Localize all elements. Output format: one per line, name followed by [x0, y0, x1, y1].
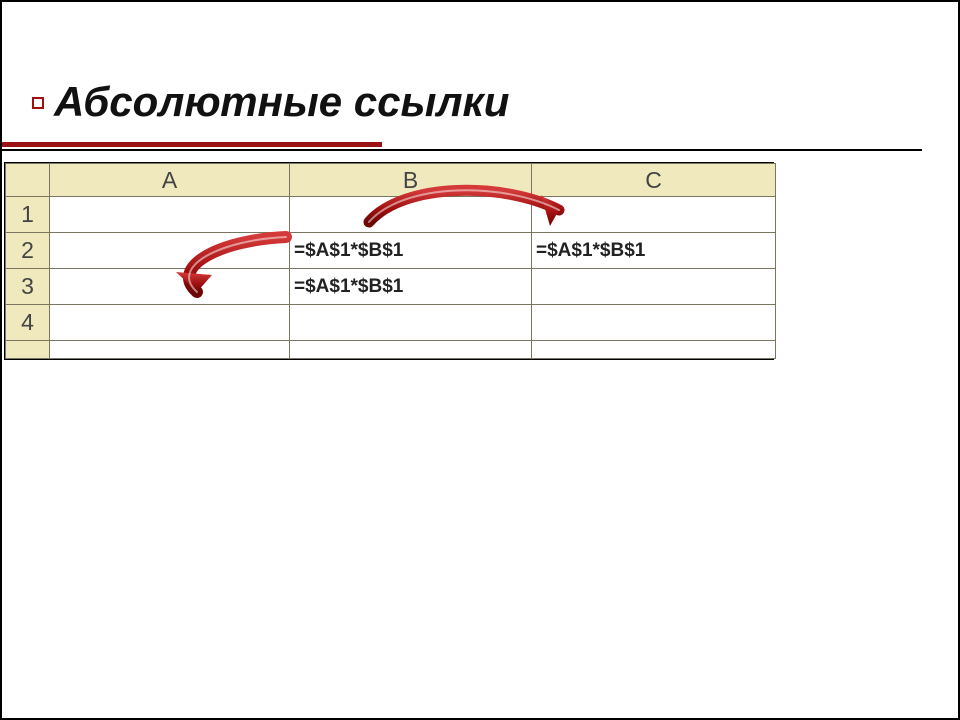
cell-c5[interactable]	[532, 341, 776, 359]
cell-b1[interactable]	[290, 197, 532, 233]
row-header-5[interactable]	[6, 341, 50, 359]
cell-a5[interactable]	[50, 341, 290, 359]
title-bullet-icon	[32, 97, 44, 109]
col-header-b[interactable]: B	[290, 164, 532, 197]
row-header-3[interactable]: 3	[6, 269, 50, 305]
spreadsheet: A B C 1 2 =$A$1*$B$1 =$A$1*$B$1 3 =$A$1	[4, 162, 774, 360]
col-header-a[interactable]: A	[50, 164, 290, 197]
spreadsheet-grid: A B C 1 2 =$A$1*$B$1 =$A$1*$B$1 3 =$A$1	[5, 163, 776, 359]
slide-title: Абсолютные ссылки	[54, 78, 509, 126]
cell-b2[interactable]: =$A$1*$B$1	[290, 233, 532, 269]
cell-a2[interactable]	[50, 233, 290, 269]
cell-a3[interactable]	[50, 269, 290, 305]
cell-c2[interactable]: =$A$1*$B$1	[532, 233, 776, 269]
title-underline	[2, 142, 922, 151]
row-header-4[interactable]: 4	[6, 305, 50, 341]
cell-b5[interactable]	[290, 341, 532, 359]
title-area: Абсолютные ссылки	[54, 78, 509, 126]
cell-b4[interactable]	[290, 305, 532, 341]
cell-c4[interactable]	[532, 305, 776, 341]
corner-cell[interactable]	[6, 164, 50, 197]
cell-b3[interactable]: =$A$1*$B$1	[290, 269, 532, 305]
cell-a4[interactable]	[50, 305, 290, 341]
row-header-2[interactable]: 2	[6, 233, 50, 269]
col-header-c[interactable]: C	[532, 164, 776, 197]
cell-c3[interactable]	[532, 269, 776, 305]
cell-c1[interactable]	[532, 197, 776, 233]
cell-a1[interactable]	[50, 197, 290, 233]
row-header-1[interactable]: 1	[6, 197, 50, 233]
